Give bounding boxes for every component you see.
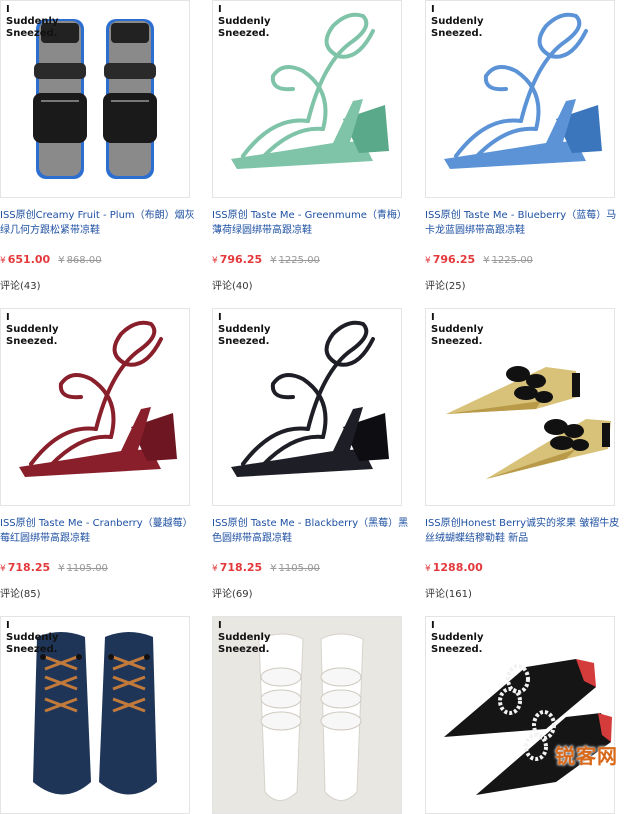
- brand-label: I Suddenly Sneezed.: [6, 620, 59, 655]
- review-count-link[interactable]: 评论(25): [425, 277, 466, 292]
- review-count-link[interactable]: 评论(43): [0, 277, 41, 292]
- review-count-link[interactable]: 评论(161): [425, 585, 472, 600]
- sale-price: ¥718.25: [0, 561, 51, 574]
- brand-label: I Suddenly Sneezed.: [218, 4, 271, 39]
- product-title-link[interactable]: ISS原创Honest Berry诚实的浆果 皱褶牛皮丝绒蝴蝶结穆勒鞋 新品: [425, 516, 625, 546]
- original-price: ¥1225.00: [270, 255, 320, 266]
- brand-label: I Suddenly Sneezed.: [431, 620, 484, 655]
- product-title-link[interactable]: ISS原创 Taste Me - Blueberry（蓝莓）马卡龙蓝圆绑带高跟凉…: [425, 208, 625, 238]
- product-image[interactable]: I Suddenly Sneezed.: [0, 616, 190, 814]
- brand-label: I Suddenly Sneezed.: [431, 4, 484, 39]
- original-price: ¥868.00: [58, 255, 102, 266]
- review-count-link[interactable]: 评论(40): [212, 277, 253, 292]
- price-row: ¥1288.00: [425, 556, 625, 574]
- product-title-link[interactable]: ISS原创 Taste Me - Cranberry（蔓越莓）莓红圆绑带高跟凉鞋: [0, 516, 200, 546]
- price-row: ¥796.25 ¥1225.00: [212, 248, 412, 266]
- brand-label: I Suddenly Sneezed.: [218, 620, 271, 655]
- price-row: ¥651.00 ¥868.00: [0, 248, 200, 266]
- original-price: ¥1105.00: [58, 563, 108, 574]
- sale-price: ¥796.25: [425, 253, 476, 266]
- product-image[interactable]: I Suddenly Sneezed.: [0, 308, 190, 506]
- brand-label: I Suddenly Sneezed.: [6, 4, 59, 39]
- price-row: ¥796.25 ¥1225.00: [425, 248, 625, 266]
- sale-price: ¥718.25: [212, 561, 263, 574]
- review-count-link[interactable]: 评论(85): [0, 585, 41, 600]
- product-image[interactable]: I Suddenly Sneezed.: [425, 308, 615, 506]
- sale-price: ¥651.00: [0, 253, 51, 266]
- product-image[interactable]: I Suddenly Sneezed.: [212, 308, 402, 506]
- price-row: ¥718.25 ¥1105.00: [212, 556, 412, 574]
- product-title-link[interactable]: ISS原创 Taste Me - Blackberry（黑莓）黑色圆绑带高跟凉鞋: [212, 516, 412, 546]
- brand-label: I Suddenly Sneezed.: [6, 312, 59, 347]
- price-row: ¥718.25 ¥1105.00: [0, 556, 200, 574]
- watermark-logo: 锐客网: [555, 744, 618, 768]
- product-image[interactable]: I Suddenly Sneezed.: [425, 0, 615, 198]
- product-grid: I Suddenly Sneezed. ISS原创Creamy Fruit - P…: [0, 0, 640, 814]
- product-image[interactable]: I Suddenly Sneezed.: [0, 0, 190, 198]
- sale-price: ¥796.25: [212, 253, 263, 266]
- brand-label: I Suddenly Sneezed.: [218, 312, 271, 347]
- brand-label: I Suddenly Sneezed.: [431, 312, 484, 347]
- product-title-link[interactable]: ISS原创 Taste Me - Greenmume（青梅）薄荷绿圆绑带高跟凉鞋: [212, 208, 412, 238]
- product-image[interactable]: I Suddenly Sneezed.: [212, 0, 402, 198]
- original-price: ¥1105.00: [270, 563, 320, 574]
- original-price: ¥1225.00: [483, 255, 533, 266]
- sale-price: ¥1288.00: [425, 561, 483, 574]
- review-count-link[interactable]: 评论(69): [212, 585, 253, 600]
- product-title-link[interactable]: ISS原创Creamy Fruit - Plum（布朗）烟灰绿几何方跟松紧带凉鞋: [0, 208, 200, 238]
- product-image[interactable]: I Suddenly Sneezed.: [212, 616, 402, 814]
- product-image[interactable]: I Suddenly Sneezed.: [425, 616, 615, 814]
